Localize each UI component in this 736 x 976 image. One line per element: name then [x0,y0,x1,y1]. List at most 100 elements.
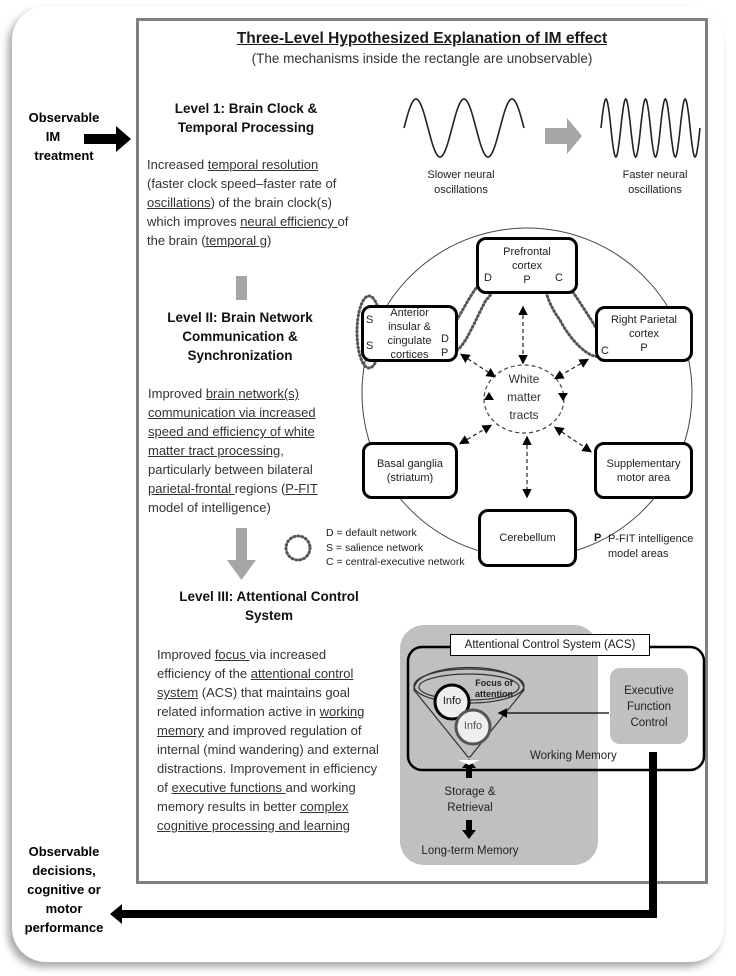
node-label: Cerebellum [499,532,556,544]
node-prefrontal-cortex: Prefrontal cortex P [476,237,578,294]
label-line: Focus of [475,678,513,688]
text-segment: (faster clock speed–faster rate of [147,176,337,191]
white-matter-label: White matter tracts [496,370,552,424]
node-label: Right Parietal [610,314,678,326]
label-line: Control [630,717,668,729]
level2-to-level3-arrow [227,528,256,580]
label-line: Slower neural [427,169,495,181]
arrow-sma-wm [554,426,592,453]
salience-marker: S [366,314,374,326]
text-segment: regions ( [234,481,286,496]
label-line: Faster neural [622,169,688,181]
label-line: Executive [624,685,674,697]
emphasized-term: oscillations [147,195,211,210]
level1-heading: Level 1: Brain Clock & Temporal Processi… [146,99,346,137]
label-line: oscillations [434,184,488,196]
info-label-1: Info [442,695,462,707]
level3-heading: Level III: Attentional Control System [164,587,374,625]
arrow-basal-wm [458,424,493,445]
level3-description: Improved focus via increased efficiency … [157,645,379,835]
output-label-line: performance [24,920,104,935]
pfit-marker: P [523,273,531,286]
emphasized-term: parietal-frontal [148,481,235,496]
node-label: cingulate [387,334,432,347]
node-right-parietal-cortex: Right Parietal cortex P [595,306,693,362]
central-exec-marker: C [555,272,563,284]
text-segment: ) [266,233,272,248]
node-label: Supplementary [606,457,681,470]
node-label: Anterior [390,306,429,319]
heading-line: System [244,608,294,623]
node-label: Basal ganglia [376,457,444,470]
salience-marker: S [366,340,374,352]
level2-heading: Level II: Brain Network Communication & … [150,308,330,365]
default-network-marker: D [441,333,449,345]
emphasized-term: neural efficiency [240,214,338,229]
executive-function-control: Executive Function Control [610,683,688,731]
level1-to-level2-connector [236,276,247,300]
diagram-title: Three-Level Hypothesized Explanation of … [236,30,608,47]
memory-gray-panel [400,625,598,865]
legend-pfit: P-FIT intelligence model areas [608,532,693,562]
output-label-line: decisions, [32,863,96,878]
legend-line: P-FIT intelligence [608,533,694,545]
legend-central-executive: C = central-executive network [326,556,465,568]
level1-description: Increased temporal resolution (faster cl… [147,155,352,250]
central-exec-marker: C [601,345,609,357]
legend-pfit-symbol: P [594,532,602,544]
slow-oscillation-wave [403,98,525,158]
label-line: Retrieval [447,802,493,814]
heading-line: Level III: Attentional Control [179,589,359,604]
node-supplementary-motor-area: Supplementary motor area [594,442,693,499]
heading-line: Level 1: Brain Clock & [174,101,318,116]
working-memory-label: Working Memory [530,750,617,762]
output-label-line: Observable [28,844,100,859]
emphasized-term: focus [214,647,250,662]
node-label: cortex [512,259,542,272]
output-label: Observable decisions, cognitive or motor… [14,842,114,937]
input-label: Observable IM treatment [14,108,114,165]
label-line: tracts [509,408,539,422]
node-basal-ganglia: Basal ganglia (striatum) [362,442,458,499]
pfit-marker: P [640,342,648,354]
label-line: White [508,372,540,386]
label-line: attention [475,689,513,699]
fast-oscillation-label: Faster neural oscillations [600,168,710,198]
heading-line: Synchronization [187,348,293,363]
emphasized-term: P-FIT [285,481,318,496]
input-label-line: treatment [34,148,94,163]
node-label: motor area [616,471,671,484]
heading-line: Temporal Processing [177,120,315,135]
legend-salience: S = salience network [326,541,424,554]
default-network-marker: D [484,272,492,284]
emphasized-term: temporal resolution [207,157,319,172]
diagram-subtitle: (The mechanisms inside the rectangle are… [251,51,593,66]
network-legend: D = default network S = salience network… [326,526,465,570]
info-label-2: Info [463,720,483,732]
node-label: Prefrontal [503,245,551,258]
node-cerebellum: Cerebellum [478,509,577,567]
label-line: matter [506,390,541,404]
level1-gray-arrow [545,118,582,154]
text-segment: Increased [147,157,208,172]
legend-dotted-circle [284,534,312,562]
text-segment: Improved [157,647,215,662]
node-label: cortex [629,328,659,340]
node-label: cortices [390,348,429,361]
emphasized-term: temporal g [205,233,267,248]
label-line: Function [626,701,672,713]
text-segment: model of intelligence) [148,500,271,515]
storage-retrieval-label: Storage & Retrieval [430,784,510,816]
arrow-anterior-wm [459,353,497,378]
heading-line: Communication & [182,329,298,344]
arrow-parietal-wm [553,358,590,380]
focus-of-attention-label: Focus of attention [475,678,513,700]
long-term-memory-label: Long-term Memory [421,845,519,857]
slow-oscillation-label: Slower neural oscillations [406,168,516,198]
acs-label-box: Attentional Control System (ACS) [450,634,650,656]
output-label-line: motor [45,901,83,916]
label-line: Storage & [444,786,496,798]
pfit-marker: P [441,347,449,359]
heading-line: Level II: Brain Network [167,310,313,325]
emphasized-term: executive functions [171,780,286,795]
